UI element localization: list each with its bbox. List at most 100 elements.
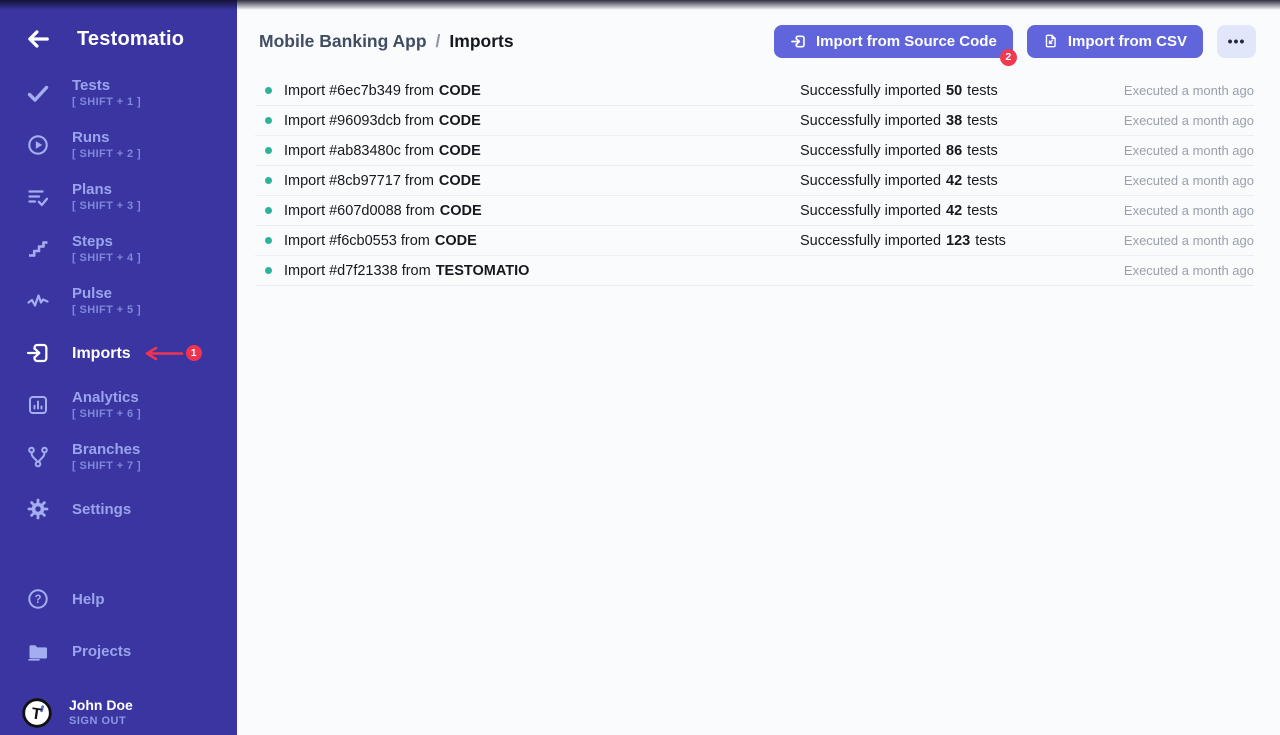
notification-badge: 2 (1000, 49, 1017, 66)
svg-text:?: ? (34, 594, 41, 606)
imports-annotation: 1 (142, 345, 202, 361)
sidebar-item-shortcut: [ SHIFT + 1 ] (72, 95, 141, 110)
button-label: Import from Source Code (816, 33, 997, 50)
gear-icon (25, 497, 51, 521)
import-status: Successfully imported123tests (800, 233, 1006, 249)
executed-time: Executed a month ago (1124, 203, 1254, 218)
import-row[interactable]: Import #6ec7b349 from CODE Successfully … (255, 76, 1254, 106)
sidebar-header: Testomatio (0, 0, 237, 52)
executed-time: Executed a month ago (1124, 233, 1254, 248)
sidebar-item-projects[interactable]: Projects (0, 632, 237, 670)
list-check-icon (25, 185, 51, 209)
sidebar-item-shortcut: [ SHIFT + 6 ] (72, 407, 141, 422)
breadcrumb-separator: / (436, 31, 441, 52)
sidebar-nav: Tests [ SHIFT + 1 ] Runs [ SHIFT + 2 ] (0, 74, 237, 735)
sidebar-item-label: Plans (72, 180, 141, 199)
breadcrumb-project[interactable]: Mobile Banking App (259, 31, 427, 52)
header-actions: Import from Source Code 2 Import from CS… (774, 25, 1256, 58)
sidebar-item-shortcut: [ SHIFT + 3 ] (72, 199, 141, 214)
import-row[interactable]: Import #f6cb0553 from CODE Successfully … (255, 226, 1254, 256)
annotation-arrow-icon (142, 346, 184, 361)
import-source: CODE (439, 113, 481, 129)
status-dot (265, 267, 272, 274)
import-source: CODE (435, 233, 477, 249)
status-dot (265, 237, 272, 244)
sidebar-item-pulse[interactable]: Pulse [ SHIFT + 5 ] (0, 282, 237, 320)
arrow-left-icon (25, 26, 51, 52)
import-row[interactable]: Import #ab83480c from CODE Successfully … (255, 136, 1254, 166)
sidebar-item-analytics[interactable]: Analytics [ SHIFT + 6 ] (0, 386, 237, 424)
avatar[interactable]: T (21, 697, 53, 729)
main-header: Mobile Banking App / Imports Import from… (237, 0, 1280, 58)
import-source: CODE (439, 83, 481, 99)
main-content: Mobile Banking App / Imports Import from… (237, 0, 1280, 735)
app-logo[interactable]: Testomatio (77, 28, 184, 51)
sidebar-item-label: Help (72, 590, 105, 609)
sidebar-item-tests[interactable]: Tests [ SHIFT + 1 ] (0, 74, 237, 112)
ellipsis-icon: ••• (1228, 33, 1246, 49)
import-title: Import #607d0088 from (284, 203, 435, 219)
git-branch-icon (25, 445, 51, 469)
import-status: Successfully imported38tests (800, 113, 998, 129)
annotation-badge: 1 (186, 345, 202, 361)
imports-list: Import #6ec7b349 from CODE Successfully … (255, 76, 1254, 286)
sidebar-item-label: Analytics (72, 388, 141, 407)
import-row[interactable]: Import #96093dcb from CODE Successfully … (255, 106, 1254, 136)
pulse-icon (25, 289, 51, 313)
sign-out-link[interactable]: SIGN OUT (69, 714, 133, 729)
breadcrumb: Mobile Banking App / Imports (259, 31, 514, 52)
status-dot (265, 117, 272, 124)
sidebar-item-label: Settings (72, 500, 131, 519)
status-dot (265, 177, 272, 184)
import-title: Import #f6cb0553 from (284, 233, 430, 249)
back-button[interactable] (25, 26, 51, 52)
folder-icon (25, 639, 51, 663)
sidebar-item-help[interactable]: ? Help (0, 580, 237, 618)
sidebar-item-label: Tests (72, 76, 141, 95)
sidebar-item-plans[interactable]: Plans [ SHIFT + 3 ] (0, 178, 237, 216)
steps-icon (25, 237, 51, 261)
sidebar-item-imports[interactable]: Imports 1 (0, 334, 237, 372)
sidebar-item-label: Pulse (72, 284, 141, 303)
breadcrumb-page: Imports (449, 31, 513, 52)
status-dot (265, 87, 272, 94)
sidebar-item-label: Steps (72, 232, 141, 251)
import-status (800, 263, 810, 279)
import-source: CODE (439, 143, 481, 159)
import-box-icon (25, 339, 51, 367)
button-label: Import from CSV (1068, 33, 1187, 50)
import-title: Import #96093dcb from (284, 113, 434, 129)
status-dot (265, 207, 272, 214)
import-title: Import #ab83480c from (284, 143, 434, 159)
app-root: Testomatio Tests [ SHIFT + 1 ] Runs [ SH… (0, 0, 1280, 735)
import-from-csv-button[interactable]: Import from CSV (1027, 25, 1203, 58)
import-box-icon (790, 33, 807, 50)
sidebar-item-settings[interactable]: Settings (0, 490, 237, 528)
import-source: CODE (439, 173, 481, 189)
sidebar-item-shortcut: [ SHIFT + 5 ] (72, 303, 141, 318)
sidebar-item-shortcut: [ SHIFT + 7 ] (72, 459, 141, 474)
import-status: Successfully imported86tests (800, 143, 998, 159)
executed-time: Executed a month ago (1124, 263, 1254, 278)
executed-time: Executed a month ago (1124, 173, 1254, 188)
user-name: John Doe (69, 696, 133, 714)
sidebar-item-steps[interactable]: Steps [ SHIFT + 4 ] (0, 230, 237, 268)
sidebar-item-shortcut: [ SHIFT + 4 ] (72, 251, 141, 266)
sidebar-item-branches[interactable]: Branches [ SHIFT + 7 ] (0, 438, 237, 476)
import-row[interactable]: Import #8cb97717 from CODE Successfully … (255, 166, 1254, 196)
executed-time: Executed a month ago (1124, 113, 1254, 128)
play-circle-icon (25, 133, 51, 157)
import-row[interactable]: Import #607d0088 from CODE Successfully … (255, 196, 1254, 226)
import-title: Import #d7f21338 from (284, 263, 431, 279)
sidebar-item-label: Projects (72, 642, 131, 661)
sidebar-item-label: Runs (72, 128, 141, 147)
more-options-button[interactable]: ••• (1217, 25, 1256, 58)
sidebar-item-runs[interactable]: Runs [ SHIFT + 2 ] (0, 126, 237, 164)
user-section: T John Doe SIGN OUT (21, 696, 237, 735)
import-row[interactable]: Import #d7f21338 from TESTOMATIO Execute… (255, 256, 1254, 286)
import-title: Import #6ec7b349 from (284, 83, 434, 99)
import-status: Successfully imported42tests (800, 203, 998, 219)
import-from-source-code-button[interactable]: Import from Source Code 2 (774, 25, 1013, 58)
help-circle-icon: ? (25, 587, 51, 611)
status-dot (265, 147, 272, 154)
